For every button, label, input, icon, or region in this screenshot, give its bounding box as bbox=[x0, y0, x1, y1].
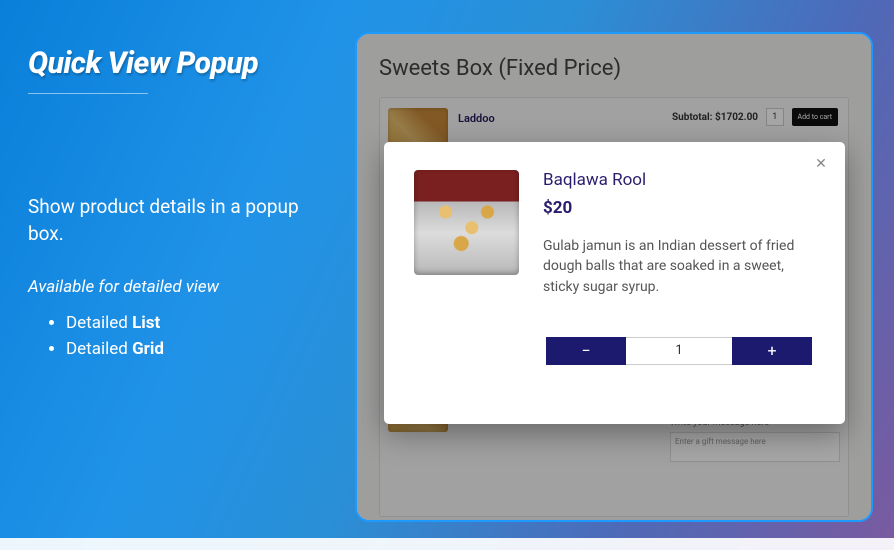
list-item-bold: List bbox=[132, 313, 160, 333]
list-item: Detailed Grid bbox=[66, 337, 335, 363]
close-icon: ✕ bbox=[815, 156, 827, 172]
popup-product-title: Baqlawa Rool bbox=[543, 170, 815, 190]
close-button[interactable]: ✕ bbox=[813, 156, 829, 172]
list-item-bold: Grid bbox=[132, 339, 164, 359]
list-item-pre: Detailed bbox=[66, 339, 132, 359]
popup-product-image bbox=[414, 170, 519, 275]
qty-minus-button[interactable]: − bbox=[546, 337, 626, 365]
available-label: Available for detailed view bbox=[28, 277, 335, 297]
feature-list: Detailed List Detailed Grid bbox=[28, 311, 335, 362]
list-item: Detailed List bbox=[66, 311, 335, 337]
popup-qty-stepper: − 1 + bbox=[546, 337, 812, 365]
feature-title: Quick View Popup bbox=[28, 46, 335, 81]
divider bbox=[28, 93, 148, 94]
popup-product-price: $20 bbox=[543, 198, 815, 218]
quick-view-popup: ✕ Baqlawa Rool $20 Gulab jamun is an Ind… bbox=[384, 142, 845, 424]
qty-plus-button[interactable]: + bbox=[732, 337, 812, 365]
feature-desc: Show product details in a popup box. bbox=[28, 194, 335, 247]
qty-value[interactable]: 1 bbox=[626, 337, 732, 365]
list-item-pre: Detailed bbox=[66, 313, 132, 333]
demo-screenshot: Sweets Box (Fixed Price) Laddoo bbox=[355, 32, 873, 522]
footer bbox=[0, 538, 894, 550]
popup-product-desc: Gulab jamun is an Indian dessert of frie… bbox=[543, 236, 815, 297]
